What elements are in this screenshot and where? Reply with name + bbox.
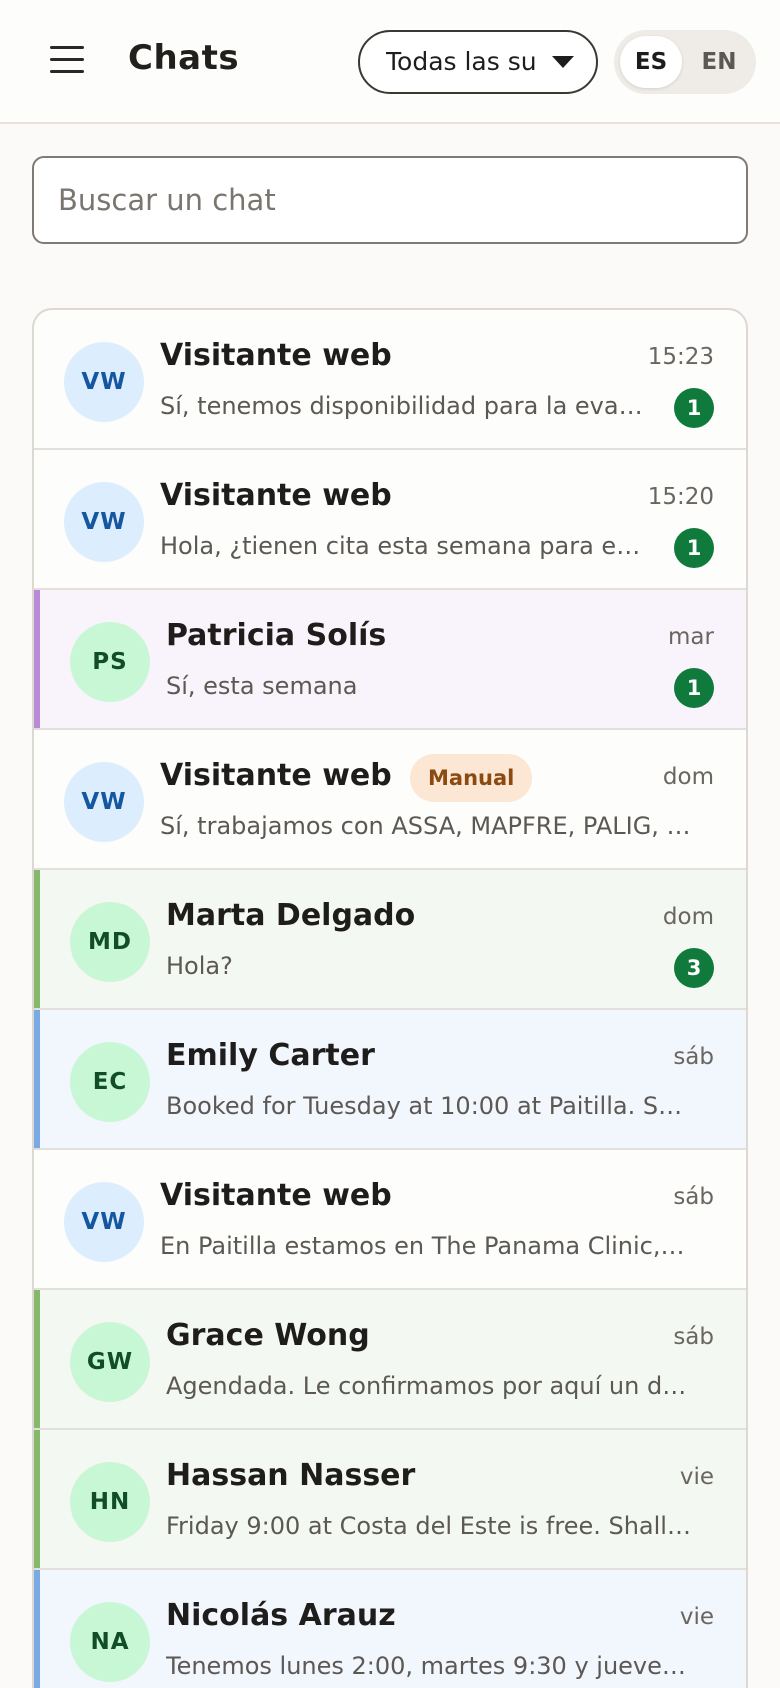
avatar: GW — [70, 1322, 150, 1402]
chat-preview: Tenemos lunes 2:00, martes 9:30 y jueves… — [166, 1652, 692, 1680]
avatar: NA — [70, 1602, 150, 1682]
chat-preview: Hola? — [166, 952, 233, 980]
chat-preview: Booked for Tuesday at 10:00 at Paitilla.… — [166, 1092, 692, 1120]
chat-list-item[interactable]: VW Visitante web 15:23 Sí, tenemos disponib… — [34, 310, 746, 450]
unread-count-badge: 1 — [674, 668, 714, 708]
chat-list-item[interactable]: VW Visitante web sáb En Paitilla estamos en… — [34, 1150, 746, 1290]
chat-highlight-stripe — [34, 1010, 40, 1148]
avatar: PS — [70, 622, 150, 702]
chat-name: Nicolás Arauz — [166, 1598, 396, 1633]
chat-timestamp: sáb — [673, 1044, 714, 1070]
chat-name: Visitante web — [160, 1178, 392, 1213]
chat-name: Visitante web — [160, 338, 392, 373]
avatar: EC — [70, 1042, 150, 1122]
app-header: Chats Todas las sucursales ES EN — [0, 0, 780, 124]
chat-highlight-stripe — [34, 870, 40, 1008]
avatar: HN — [70, 1462, 150, 1542]
chat-timestamp: 15:23 — [647, 344, 714, 370]
chat-timestamp: sáb — [673, 1184, 714, 1210]
chat-list-item[interactable]: PS Patricia Solís mar Sí, esta semana 1 — [34, 590, 746, 730]
chat-list-item[interactable]: EC Emily Carter sáb Booked for Tuesday at 1… — [34, 1010, 746, 1150]
avatar: MD — [70, 902, 150, 982]
chat-list-item[interactable]: HN Hassan Nasser vie Friday 9:00 at Costa d… — [34, 1430, 746, 1570]
chat-preview: Hola, ¿tienen cita esta semana para eval… — [160, 532, 646, 560]
avatar: VW — [64, 762, 144, 842]
branch-select[interactable]: Todas las sucursales — [358, 30, 598, 94]
chat-name: Hassan Nasser — [166, 1458, 416, 1493]
chat-list-item[interactable]: GW Grace Wong sáb Agendada. Le confirmamos … — [34, 1290, 746, 1430]
chat-highlight-stripe — [34, 1430, 40, 1568]
chat-highlight-stripe — [34, 1570, 40, 1688]
page-title: Chats — [128, 38, 240, 78]
chat-preview: Sí, trabajamos con ASSA, MAPFRE, PALIG, … — [160, 812, 692, 840]
search-input[interactable] — [32, 156, 748, 244]
chat-preview: Sí, tenemos disponibilidad para la evalu… — [160, 392, 646, 420]
chat-preview: Friday 9:00 at Costa del Este is free. S… — [166, 1512, 692, 1540]
chat-name: Patricia Solís — [166, 618, 387, 653]
chat-list-item[interactable]: MD Marta Delgado dom Hola? 3 — [34, 870, 746, 1010]
unread-count-badge: 1 — [674, 528, 714, 568]
chat-list-item[interactable]: NA Nicolás Arauz vie Tenemos lunes 2:00, ma… — [34, 1570, 746, 1688]
chat-name: Visitante web — [160, 478, 392, 513]
unread-count-badge: 1 — [674, 388, 714, 428]
chat-list: VW Visitante web 15:23 Sí, tenemos disponib… — [32, 308, 748, 1688]
language-es-option[interactable]: ES — [620, 36, 682, 88]
chat-timestamp: dom — [662, 764, 714, 790]
chat-preview: Agendada. Le confirmamos por aquí un día… — [166, 1372, 692, 1400]
chat-timestamp: 15:20 — [647, 484, 714, 510]
chat-name: Marta Delgado — [166, 898, 416, 933]
language-en-option[interactable]: EN — [688, 36, 750, 88]
chat-timestamp: dom — [662, 904, 714, 930]
chat-name: Grace Wong — [166, 1318, 370, 1353]
chat-list-item[interactable]: VW Visitante web 15:20 Hola, ¿tienen cita e… — [34, 450, 746, 590]
avatar: VW — [64, 342, 144, 422]
chat-name: Visitante web — [160, 758, 392, 793]
unread-count-badge: 3 — [674, 948, 714, 988]
avatar: VW — [64, 482, 144, 562]
chat-timestamp: vie — [679, 1604, 714, 1630]
chat-timestamp: mar — [668, 624, 714, 650]
chat-timestamp: vie — [679, 1464, 714, 1490]
manual-mode-badge: Manual — [410, 754, 533, 802]
chat-preview: En Paitilla estamos en The Panama Clinic… — [160, 1232, 692, 1260]
caret-down-icon — [552, 56, 574, 68]
chat-preview: Sí, esta semana — [166, 672, 358, 700]
chat-name: Emily Carter — [166, 1038, 375, 1073]
language-toggle: ES EN — [614, 30, 756, 94]
chat-highlight-stripe — [34, 590, 40, 728]
chat-timestamp: sáb — [673, 1324, 714, 1350]
branch-select-value: Todas las sucursales — [386, 47, 536, 76]
avatar: VW — [64, 1182, 144, 1262]
chat-highlight-stripe — [34, 1290, 40, 1428]
chat-list-item[interactable]: VW Visitante web Manual dom Sí, trabajamos c… — [34, 730, 746, 870]
menu-icon[interactable] — [50, 46, 84, 76]
